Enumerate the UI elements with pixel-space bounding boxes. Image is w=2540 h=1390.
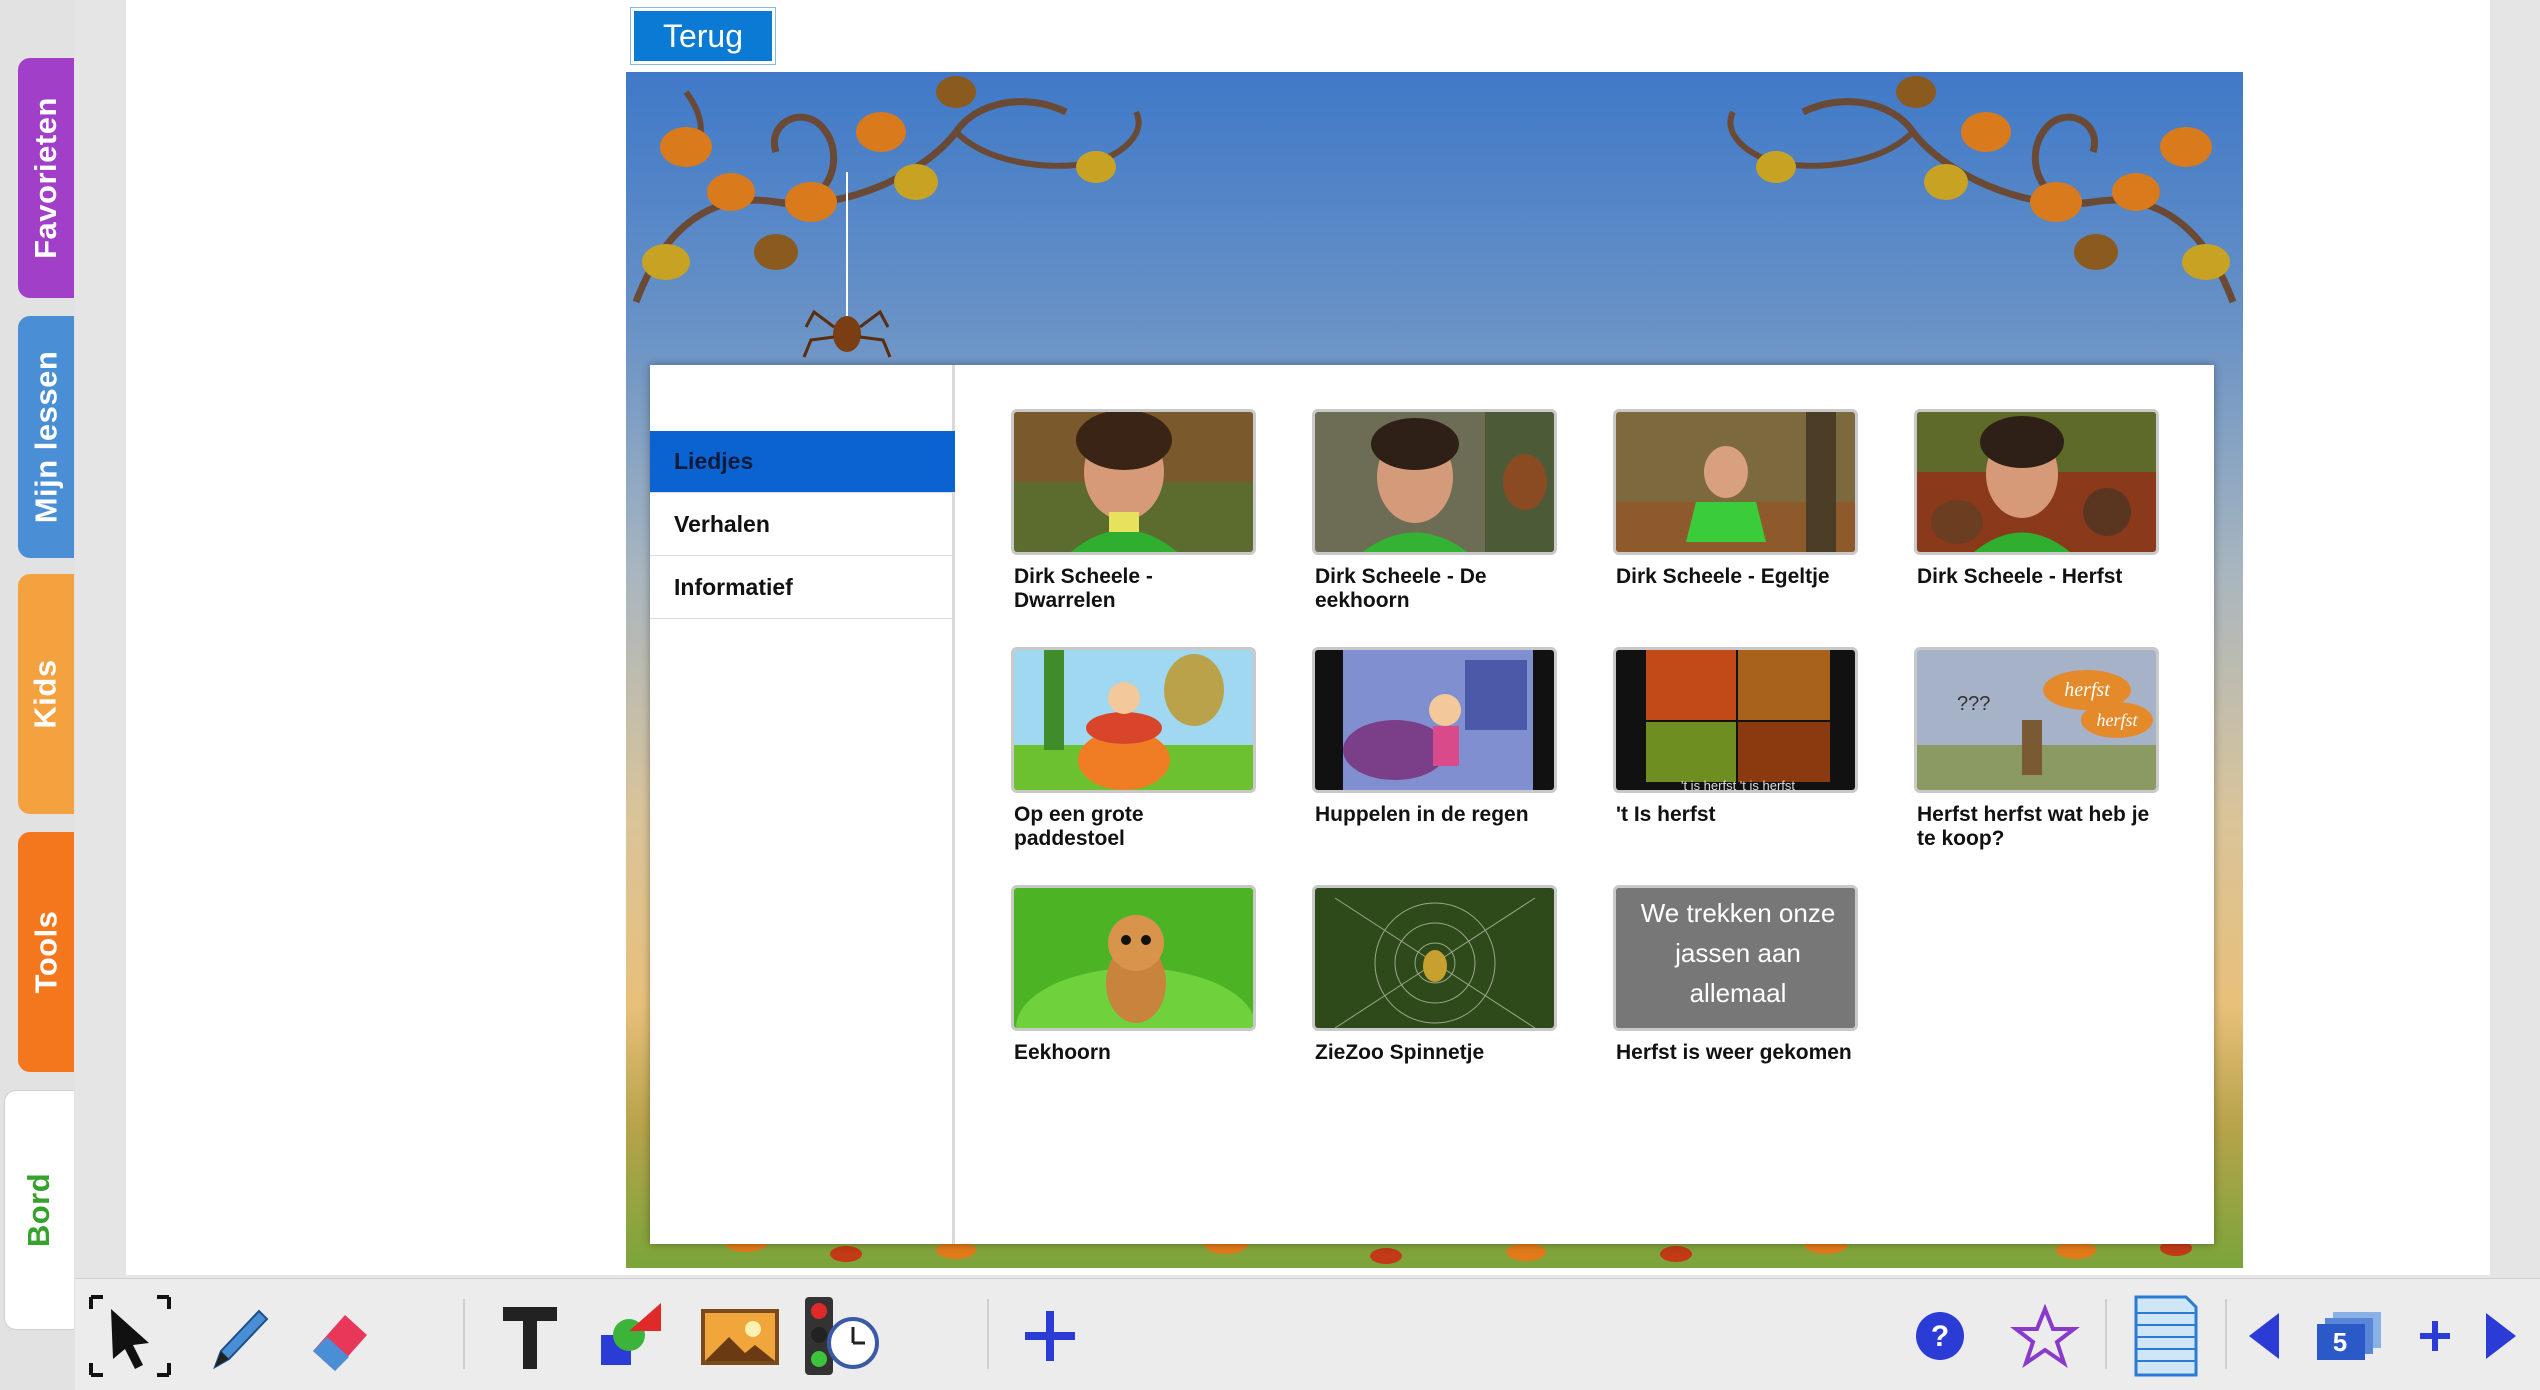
thumb-caption: allemaal: [1690, 978, 1787, 1008]
previous-page-icon[interactable]: [2235, 1291, 2295, 1381]
category-informatief[interactable]: Informatief: [650, 557, 955, 619]
thumb-caption: 't is herfst 't is herfst: [1681, 778, 1795, 793]
video-card[interactable]: Dirk Scheele - Herfst: [1914, 409, 2159, 589]
toolbar-divider: [2105, 1299, 2107, 1369]
tab-label: Kids: [28, 659, 63, 729]
video-thumbnail[interactable]: [1312, 647, 1557, 793]
thumb-caption: herfst: [2096, 710, 2138, 730]
bottom-toolbar: ? 5: [75, 1278, 2540, 1390]
video-thumbnail[interactable]: [1312, 885, 1557, 1031]
video-title: 't Is herfst: [1616, 803, 1716, 826]
shapes-icon[interactable]: [585, 1291, 675, 1381]
video-card[interactable]: 't is herfst 't is herfst 't Is herfst: [1613, 647, 1858, 827]
video-thumbnail[interactable]: [1011, 647, 1256, 793]
toolbar-divider: [987, 1299, 989, 1369]
video-card[interactable]: Dirk Scheele - Dwarrelen: [1011, 409, 1256, 613]
video-thumbnail[interactable]: 't is herfst 't is herfst: [1613, 647, 1858, 793]
thumb-caption: We trekken onze: [1641, 898, 1836, 928]
image-icon[interactable]: [695, 1291, 785, 1381]
thumb-caption: jassen aan: [1674, 938, 1801, 968]
video-card[interactable]: Dirk Scheele - Egeltje: [1613, 409, 1858, 589]
add-icon[interactable]: [1005, 1291, 1095, 1381]
thumb-caption: herfst: [2064, 679, 2110, 701]
video-card[interactable]: herfst herfst ??? Herfst herfst wat heb …: [1914, 647, 2159, 851]
side-tab-bar: Favorieten Mijn lessen Kids Tools Bord: [0, 0, 75, 1390]
video-title: Dirk Scheele - Dwarrelen: [1014, 565, 1153, 612]
help-icon[interactable]: ?: [1895, 1291, 1985, 1381]
tab-tools[interactable]: Tools: [18, 832, 74, 1072]
video-panel: Liedjes Verhalen Informatief Dirk Scheel…: [650, 365, 2214, 1244]
next-page-icon[interactable]: [2470, 1291, 2530, 1381]
video-thumbnail[interactable]: [1011, 409, 1256, 555]
star-icon[interactable]: [2000, 1291, 2090, 1381]
page-list-icon[interactable]: [2120, 1291, 2210, 1381]
category-list: Liedjes Verhalen Informatief: [650, 365, 955, 1244]
video-card[interactable]: Dirk Scheele - De eekhoorn: [1312, 409, 1557, 613]
video-title: Op een grote paddestoel: [1014, 803, 1144, 850]
video-thumbnail[interactable]: [1613, 409, 1858, 555]
video-card[interactable]: Op een grote paddestoel: [1011, 647, 1256, 851]
toolbar-divider: [463, 1299, 465, 1369]
tab-label: Bord: [21, 1172, 57, 1248]
pen-icon[interactable]: [195, 1291, 285, 1381]
thumb-caption: ???: [1957, 693, 1990, 715]
video-card[interactable]: We trekken onze jassen aan allemaal Herf…: [1613, 885, 1858, 1065]
tab-kids[interactable]: Kids: [18, 574, 74, 814]
autumn-background: Liedjes Verhalen Informatief Dirk Scheel…: [626, 72, 2243, 1268]
video-title: Dirk Scheele - Egeltje: [1616, 565, 1830, 588]
video-thumbnail[interactable]: [1312, 409, 1557, 555]
category-liedjes[interactable]: Liedjes: [650, 431, 955, 493]
video-title: Dirk Scheele - Herfst: [1917, 565, 2123, 588]
svg-text:?: ?: [1931, 1320, 1949, 1353]
tab-label: Tools: [28, 910, 63, 994]
page-number: 5: [2332, 1326, 2348, 1357]
traffic-light-timer-icon[interactable]: [795, 1291, 885, 1381]
select-arrow-icon[interactable]: [85, 1291, 175, 1381]
pages-icon[interactable]: 5: [2305, 1291, 2395, 1381]
tab-mijn-lessen[interactable]: Mijn lessen: [18, 316, 74, 558]
board-canvas: Terug Liedjes Verhalen Informatief Dirk …: [126, 0, 2490, 1275]
eraser-icon[interactable]: [295, 1291, 385, 1381]
category-verhalen[interactable]: Verhalen: [650, 494, 955, 556]
video-card[interactable]: Eekhoorn: [1011, 885, 1256, 1065]
tab-favorieten[interactable]: Favorieten: [18, 58, 74, 298]
video-thumbnail[interactable]: herfst herfst ???: [1914, 647, 2159, 793]
video-title: ZieZoo Spinnetje: [1315, 1041, 1485, 1064]
video-thumbnail[interactable]: [1914, 409, 2159, 555]
video-thumbnail[interactable]: We trekken onze jassen aan allemaal: [1613, 885, 1858, 1031]
page-stack: 5: [2315, 1308, 2385, 1364]
video-card[interactable]: Huppelen in de regen: [1312, 647, 1557, 827]
video-title: Herfst is weer gekomen: [1616, 1041, 1852, 1064]
add-page-icon[interactable]: [2405, 1291, 2465, 1381]
video-title: Huppelen in de regen: [1315, 803, 1529, 826]
video-title: Herfst herfst wat heb je te koop?: [1917, 803, 2150, 850]
video-thumbnail[interactable]: [1011, 885, 1256, 1031]
back-button[interactable]: Terug: [630, 7, 776, 65]
video-title: Dirk Scheele - De eekhoorn: [1315, 565, 1487, 612]
toolbar-divider: [2225, 1299, 2227, 1369]
tab-label: Mijn lessen: [28, 350, 64, 524]
video-card[interactable]: ZieZoo Spinnetje: [1312, 885, 1557, 1065]
tab-bord[interactable]: Bord: [4, 1090, 74, 1330]
video-title: Eekhoorn: [1014, 1041, 1111, 1064]
text-icon[interactable]: [485, 1291, 575, 1381]
tab-label: Favorieten: [28, 97, 63, 259]
